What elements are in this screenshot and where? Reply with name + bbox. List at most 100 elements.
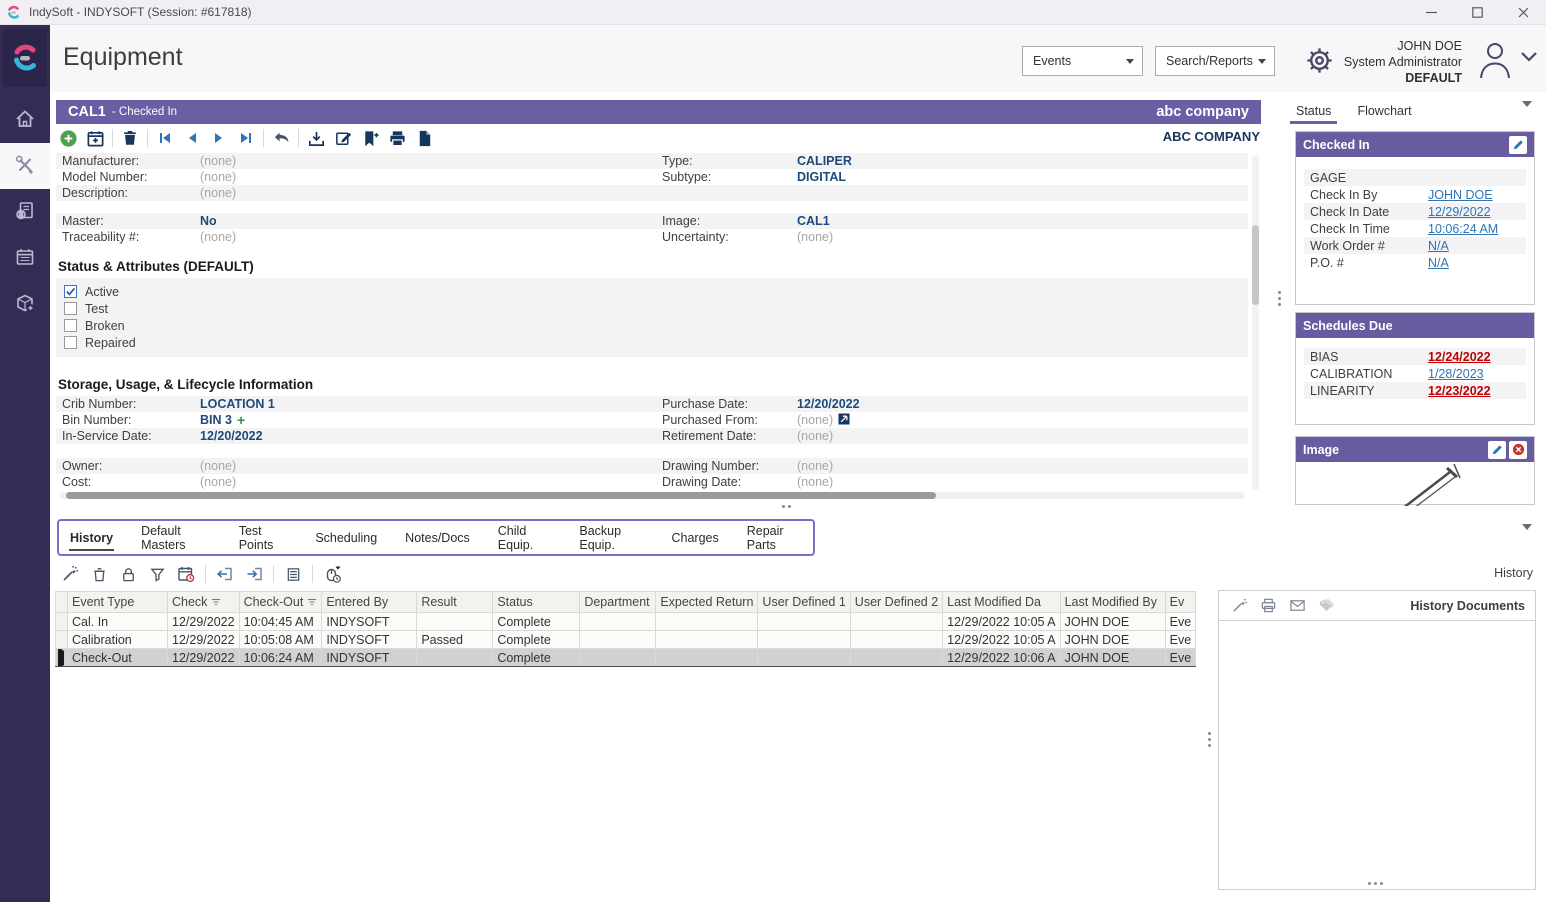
check-out-icon[interactable] — [215, 564, 235, 584]
linearity-due-date-link[interactable]: 12/23/2022 — [1428, 384, 1491, 398]
tab-repair-parts[interactable]: Repair Parts — [746, 515, 803, 561]
tags-icon[interactable] — [1316, 596, 1336, 616]
col-entered-by[interactable]: Entered By — [322, 592, 417, 613]
edit-record-icon[interactable] — [333, 128, 353, 148]
edit-status-button[interactable] — [1509, 136, 1527, 154]
checkbox-test[interactable] — [64, 302, 77, 315]
undo-button[interactable] — [271, 128, 291, 148]
collapse-panel-caret[interactable] — [1522, 101, 1532, 107]
scrollbar-thumb[interactable] — [66, 492, 936, 499]
avatar[interactable] — [1474, 39, 1516, 82]
check-in-icon[interactable] — [244, 564, 264, 584]
sidebar-item-home[interactable] — [0, 97, 50, 143]
documents-resize-handle[interactable] — [1368, 882, 1383, 885]
field-label: Type: — [662, 154, 797, 168]
email-icon[interactable] — [1287, 596, 1307, 616]
search-reports-dropdown[interactable]: Search/Reports — [1155, 46, 1275, 76]
field-value: (none) — [797, 413, 833, 427]
checkbox-repaired[interactable] — [64, 336, 77, 349]
minimize-button[interactable] — [1408, 0, 1454, 25]
col-last-modified-date[interactable]: Last Modified Da — [943, 592, 1060, 613]
sidebar-item-inventory[interactable] — [0, 281, 50, 327]
sidebar-item-equipment[interactable] — [0, 143, 50, 189]
delete-record-button[interactable] — [120, 128, 140, 148]
grid-splitter-handle[interactable] — [1208, 732, 1211, 747]
events-dropdown[interactable]: Events — [1022, 46, 1143, 76]
delete-history-icon[interactable] — [89, 564, 109, 584]
equipment-image[interactable] — [1296, 462, 1534, 506]
col-event-type[interactable]: Event Type — [68, 592, 168, 613]
bias-due-date-link[interactable]: 12/24/2022 — [1428, 350, 1491, 364]
col-check-out[interactable]: Check-Out — [239, 592, 322, 613]
user-menu-button[interactable] — [1520, 51, 1538, 66]
checkbox-broken[interactable] — [64, 319, 77, 332]
col-last-modified-by[interactable]: Last Modified By — [1060, 592, 1165, 613]
filter-icon[interactable] — [147, 564, 167, 584]
col-event[interactable]: Ev — [1165, 592, 1196, 613]
check-in-date-link[interactable]: 12/29/2022 — [1428, 205, 1491, 219]
tab-scheduling[interactable]: Scheduling — [314, 522, 378, 554]
form-horizontal-scrollbar[interactable] — [60, 492, 1245, 499]
sidebar-item-scheduling[interactable] — [0, 235, 50, 281]
col-user-defined-2[interactable]: User Defined 2 — [850, 592, 942, 613]
calendar-clock-icon[interactable] — [176, 564, 196, 584]
col-department[interactable]: Department — [580, 592, 656, 613]
tab-history[interactable]: History — [69, 522, 114, 554]
add-record-button[interactable] — [58, 128, 78, 148]
form-vertical-scrollbar[interactable] — [1252, 155, 1259, 490]
check-in-by-link[interactable]: JOHN DOE — [1428, 188, 1493, 202]
audit-history-icon[interactable] — [322, 564, 342, 584]
edit-image-button[interactable] — [1488, 441, 1506, 459]
table-row[interactable]: Cal. In12/29/2022 10:04:45 AMINDYSOFT Co… — [56, 613, 1196, 631]
nav-previous-button[interactable] — [182, 128, 202, 148]
add-bin-icon[interactable]: + — [237, 415, 245, 425]
close-button[interactable] — [1500, 0, 1546, 25]
print-icon[interactable] — [387, 128, 407, 148]
tab-test-points[interactable]: Test Points — [238, 515, 289, 561]
check-in-record-icon[interactable] — [306, 128, 326, 148]
print-documents-icon[interactable] — [1258, 596, 1278, 616]
calibration-due-date-link[interactable]: 1/28/2023 — [1428, 367, 1484, 381]
nav-last-button[interactable] — [236, 128, 256, 148]
work-order-link[interactable]: N/A — [1428, 239, 1449, 253]
open-vendor-icon[interactable] — [838, 413, 850, 428]
horizontal-splitter-handle[interactable] — [782, 505, 791, 508]
maximize-button[interactable] — [1454, 0, 1500, 25]
remove-image-button[interactable] — [1509, 441, 1527, 459]
tab-backup-equip[interactable]: Backup Equip. — [578, 515, 644, 561]
table-row-selected[interactable]: Check-Out12/29/2022 10:06:24 AMINDYSOFT … — [56, 649, 1196, 667]
vertical-splitter-handle[interactable] — [1278, 291, 1281, 306]
calendar-add-icon[interactable] — [85, 128, 105, 148]
tab-notes-docs[interactable]: Notes/Docs — [404, 522, 471, 554]
nav-first-button[interactable] — [155, 128, 175, 148]
wand-icon[interactable] — [1229, 596, 1249, 616]
checked-in-panel-title: Checked In — [1303, 138, 1370, 152]
sidebar-item-billing[interactable]: $ — [0, 189, 50, 235]
table-row[interactable]: Calibration12/29/2022 10:05:08 AMINDYSOF… — [56, 631, 1196, 649]
lock-icon[interactable] — [118, 564, 138, 584]
schedule-row: BIAS12/24/2022 — [1304, 348, 1526, 365]
po-number-link[interactable]: N/A — [1428, 256, 1449, 270]
app-header: Equipment Events Search/Reports JOHN DOE… — [50, 25, 1546, 92]
wand-icon[interactable] — [60, 564, 80, 584]
tab-default-masters[interactable]: Default Masters — [140, 515, 212, 561]
list-view-icon[interactable] — [283, 564, 303, 584]
record-status: - Checked In — [112, 106, 177, 118]
col-expected-return[interactable]: Expected Return — [656, 592, 758, 613]
col-status[interactable]: Status — [493, 592, 580, 613]
chevron-down-icon — [1126, 59, 1134, 64]
document-icon[interactable] — [414, 128, 434, 148]
scrollbar-thumb[interactable] — [1252, 225, 1259, 305]
col-check[interactable]: Check — [168, 592, 240, 613]
col-result[interactable]: Result — [417, 592, 493, 613]
tab-status[interactable]: Status — [1290, 102, 1337, 124]
bookmark-add-icon[interactable] — [360, 128, 380, 148]
checkbox-active[interactable] — [64, 285, 77, 298]
tab-flowchart[interactable]: Flowchart — [1351, 102, 1417, 124]
col-user-defined-1[interactable]: User Defined 1 — [758, 592, 850, 613]
tab-child-equip[interactable]: Child Equip. — [497, 515, 553, 561]
check-in-time-link[interactable]: 10:06:24 AM — [1428, 222, 1498, 236]
collapse-bottom-caret[interactable] — [1522, 524, 1532, 530]
tab-charges[interactable]: Charges — [671, 522, 720, 554]
nav-next-button[interactable] — [209, 128, 229, 148]
